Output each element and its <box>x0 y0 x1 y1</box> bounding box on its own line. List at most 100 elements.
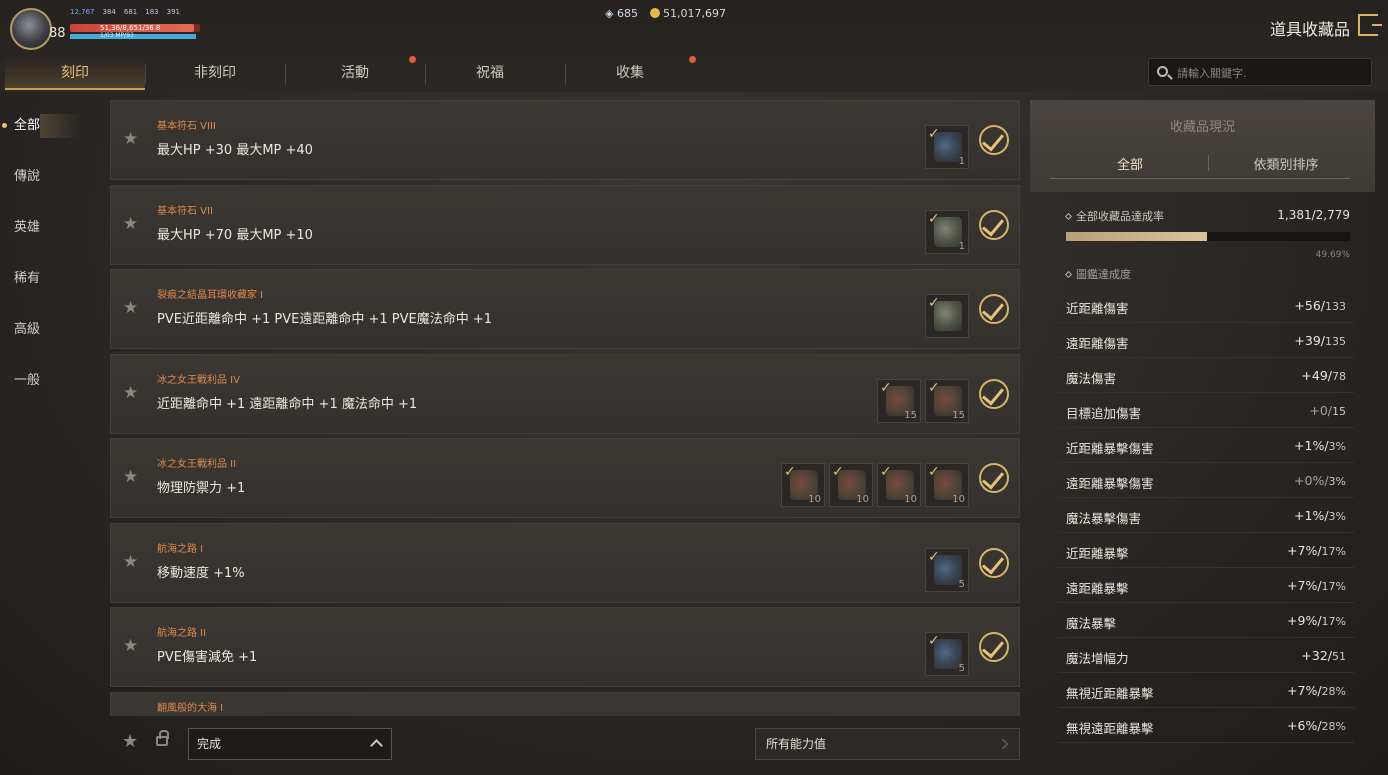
status-dropdown[interactable]: 完成 <box>188 728 392 760</box>
favorite-star-icon[interactable]: ★ <box>123 552 138 572</box>
stat-value: 681 <box>123 8 138 16</box>
item-slot[interactable]: ✓ 15 <box>925 378 969 423</box>
panel-tab-all[interactable]: 全部 <box>1050 154 1210 173</box>
favorite-star-icon[interactable]: ★ <box>123 636 138 656</box>
item-slot[interactable]: ✓ 5 <box>925 632 969 676</box>
stat-bonus-list: 近距離傷害 +56/133 遠距離傷害 +39/135 魔法傷害 +49/78 目標追加傷害… <box>1058 288 1354 743</box>
stat-max: 28% <box>1321 720 1346 733</box>
category-common[interactable]: 一般 <box>0 365 100 416</box>
stat-row: 無視遠距離暴擊 +6%/28% <box>1058 708 1354 743</box>
tab-event[interactable]: 活動 <box>285 58 425 90</box>
ability-filter-value: 所有能力值 <box>766 737 827 751</box>
collection-row[interactable]: ★ 冰之女王戰利品 IV 近距離命中 +1 遠距離命中 +1 魔法命中 +1 ✓ 15 ✓… <box>110 353 1020 434</box>
item-slot[interactable]: ✓ <box>925 294 969 338</box>
required-items: ✓ 1 <box>925 125 969 169</box>
category-heroic[interactable]: 英雄 <box>0 212 100 263</box>
panel-header: 收藏品現況 全部 依類別排序 <box>1030 100 1375 192</box>
stat-current: +39/ <box>1294 333 1325 348</box>
collection-name: 航海之路 II <box>157 628 207 639</box>
collection-row[interactable]: ★ 冰之女王戰利品 II 物理防禦力 +1 ✓ 10 ✓ 10 ✓ 10 ✓ 10 <box>110 438 1020 518</box>
favorite-star-icon[interactable]: ★ <box>123 214 138 234</box>
favorite-star-icon[interactable]: ★ <box>123 467 138 487</box>
stat-max: 3% <box>1328 475 1346 488</box>
stat-name: 魔法增幅力 <box>1066 651 1129 666</box>
stat-current: +49/ <box>1301 368 1332 383</box>
favorite-star-icon[interactable]: ★ <box>123 129 138 149</box>
stat-value: 183 <box>145 8 159 16</box>
stat-value: +1%/3% <box>1294 508 1346 523</box>
stat-current: +7%/ <box>1287 543 1322 558</box>
collection-row[interactable]: 翻風般的大海 I <box>110 691 1020 716</box>
check-icon: ✓ <box>880 464 892 480</box>
category-legendary[interactable]: 傳說 <box>0 161 100 212</box>
stat-name: 魔法傷害 <box>1066 371 1117 386</box>
stat-max: 17% <box>1321 580 1346 593</box>
collection-row[interactable]: ★ 航海之路 II PVE傷害減免 +1 ✓ 5 <box>110 607 1020 687</box>
completion-rate-label: 全部收藏品達成率 <box>1064 208 1164 224</box>
favorite-filter-star-icon[interactable]: ★ <box>122 731 138 752</box>
collection-row[interactable]: ★ 裂痕之結晶耳環收藏家 I PVE近距離命中 +1 PVE遠距離命中 +1 PVE… <box>110 269 1020 349</box>
collection-row[interactable]: ★ 基本符石 VIII 最大HP +30 最大MP +40 ✓ 1 <box>110 100 1020 180</box>
item-slot[interactable]: ✓ 15 <box>877 378 921 423</box>
tab-blessing[interactable]: 祝福 <box>420 58 560 90</box>
collection-effect: 最大HP +70 最大MP +10 <box>157 227 313 243</box>
chevron-up-icon <box>370 739 383 752</box>
stat-name: 無視遠距離暴擊 <box>1066 721 1154 736</box>
stat-name: 遠距離傷害 <box>1066 336 1129 351</box>
stat-value: +7%/28% <box>1287 683 1346 698</box>
required-items: ✓ 5 <box>925 547 969 592</box>
search-icon[interactable] <box>1157 66 1168 77</box>
exit-icon[interactable] <box>1358 14 1382 36</box>
item-slot[interactable]: ✓ 10 <box>925 463 969 507</box>
tab-engraved[interactable]: 刻印 <box>5 58 145 90</box>
avatar[interactable] <box>10 8 52 50</box>
stat-value: 391 <box>166 8 180 16</box>
stat-max: 135 <box>1325 335 1346 348</box>
check-icon: ✓ <box>832 464 844 480</box>
item-slot[interactable]: ✓ 10 <box>781 463 825 507</box>
collection-row[interactable]: ★ 航海之路 I 移動速度 +1% ✓ 5 <box>110 522 1020 603</box>
item-slot[interactable]: ✓ 1 <box>925 125 969 169</box>
stat-row: 魔法暴擊傷害 +1%/3% <box>1058 498 1354 533</box>
diamond-icon <box>1064 270 1073 279</box>
ability-filter-dropdown[interactable]: 所有能力值 <box>755 728 1020 760</box>
item-slot[interactable]: ✓ 10 <box>829 463 873 507</box>
category-all[interactable]: 全部 <box>0 110 100 161</box>
collection-name: 裂痕之結晶耳環收藏家 I <box>157 290 264 301</box>
item-quantity: 5 <box>958 663 965 674</box>
stat-max: 51 <box>1332 650 1346 663</box>
item-slot[interactable]: ✓ 10 <box>877 463 921 507</box>
completed-check-icon <box>979 547 1009 578</box>
tab-collection[interactable]: 收集 <box>560 58 700 90</box>
category-rare[interactable]: 稀有 <box>0 263 100 314</box>
filter-bar: ★ 完成 所有能力值 <box>110 718 1020 768</box>
collection-row[interactable]: ★ 基本符石 VII 最大HP +70 最大MP +10 ✓ 1 <box>110 184 1020 265</box>
required-items: ✓ 1 <box>925 209 969 254</box>
item-slot[interactable]: ✓ 5 <box>925 547 969 592</box>
collection-list[interactable]: ★ 基本符石 VIII 最大HP +30 最大MP +40 ✓ 1 ★ 基本符石 VII 最大… <box>110 100 1020 716</box>
search-input[interactable] <box>1177 63 1363 83</box>
completion-rate-label-text: 全部收藏品達成率 <box>1076 210 1164 223</box>
main-tabs: 刻印 非刻印 活動 祝福 收集 <box>0 56 700 90</box>
stat-row: 近距離暴擊 +7%/17% <box>1058 533 1354 568</box>
stat-name: 魔法暴擊傷害 <box>1066 511 1142 526</box>
category-list: 全部 傳說 英雄 稀有 高級 一般 <box>0 110 100 416</box>
panel-tab-sort-by-category[interactable]: 依類別排序 <box>1206 154 1366 173</box>
category-advanced[interactable]: 高級 <box>0 314 100 365</box>
check-icon: ✓ <box>928 633 940 649</box>
top-bar: 88 12,767 384 681 183 391 51,36/8,651/36… <box>0 0 1388 92</box>
item-slot[interactable]: ✓ 1 <box>925 209 969 254</box>
favorite-star-icon[interactable]: ★ <box>123 383 138 403</box>
gold-count: 51,017,697 <box>649 7 726 20</box>
stat-row: 近距離暴擊傷害 +1%/3% <box>1058 428 1354 463</box>
favorite-star-icon[interactable]: ★ <box>123 298 138 318</box>
item-quantity: 10 <box>904 494 917 505</box>
collection-name: 冰之女王戰利品 IV <box>157 374 240 386</box>
item-quantity: 1 <box>958 156 965 167</box>
lock-icon[interactable] <box>156 730 169 746</box>
tab-non-engraved[interactable]: 非刻印 <box>145 58 285 90</box>
stat-max: 3% <box>1328 510 1346 523</box>
stat-name: 目標追加傷害 <box>1066 406 1142 421</box>
stat-row: 魔法暴擊 +9%/17% <box>1058 603 1354 638</box>
item-quantity: 5 <box>958 578 965 590</box>
